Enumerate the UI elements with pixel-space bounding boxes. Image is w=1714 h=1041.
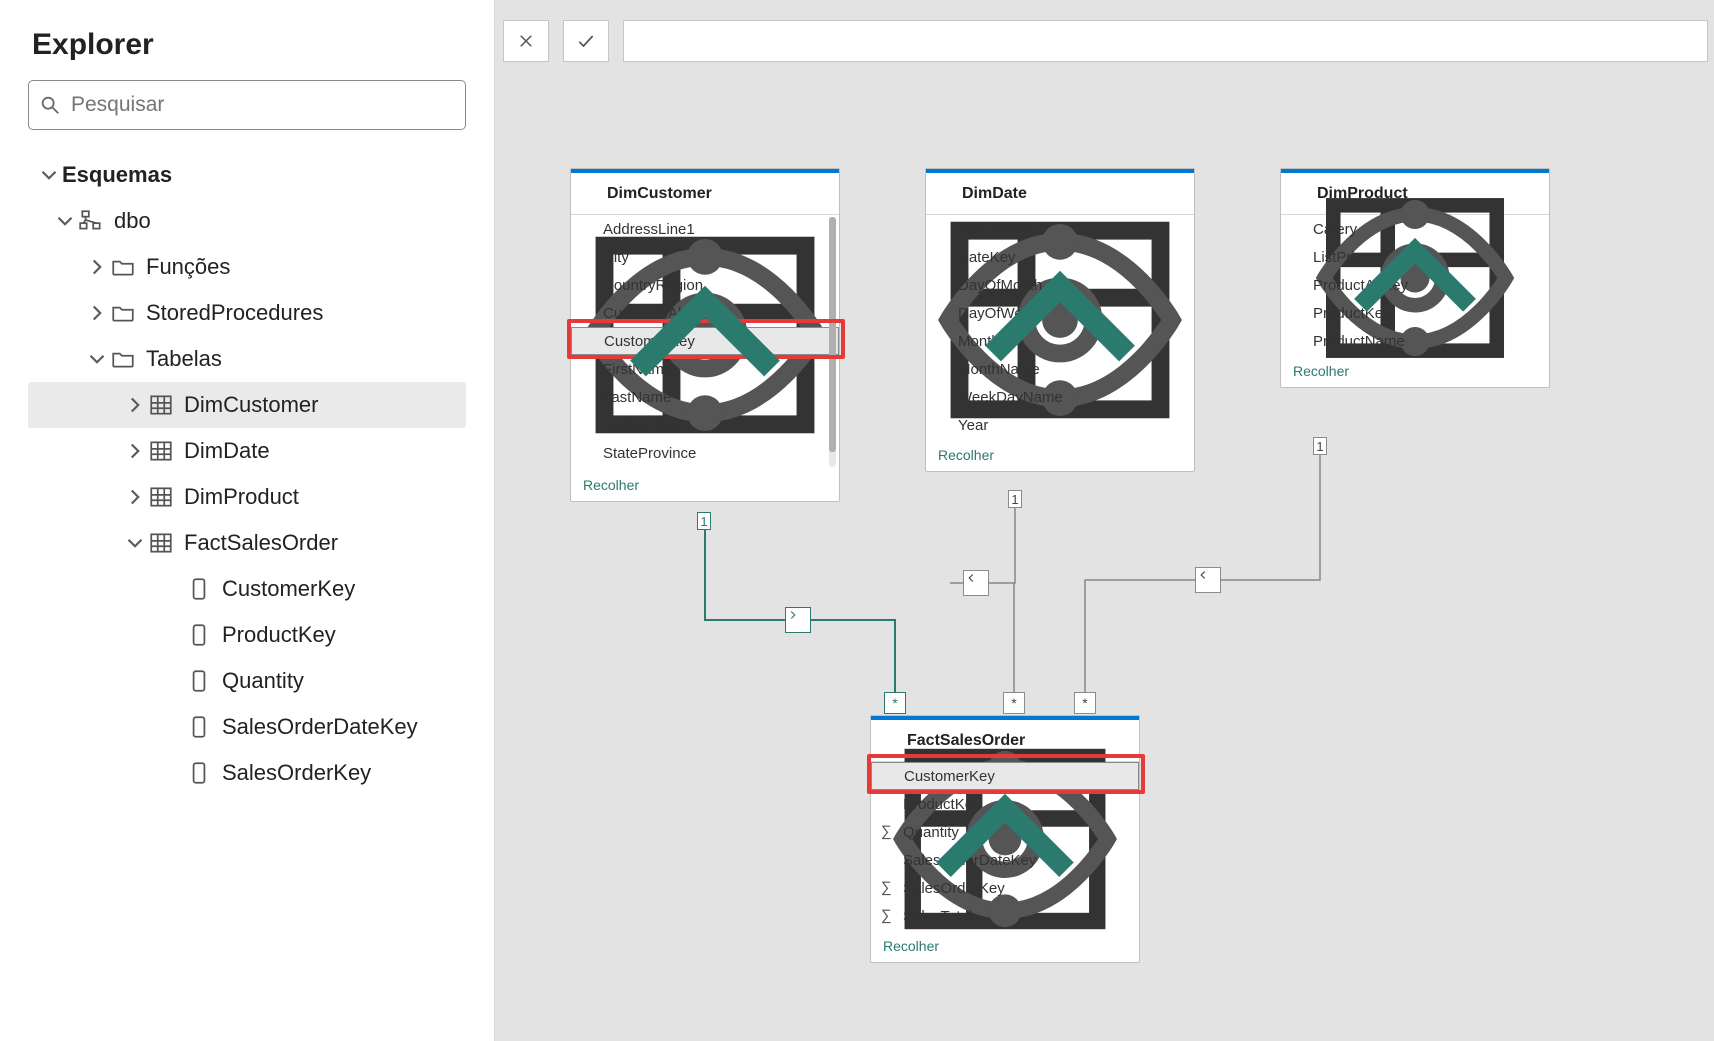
cardinality-many: * bbox=[1074, 692, 1096, 714]
node-tables[interactable]: Tabelas bbox=[28, 336, 466, 382]
cardinality-one: 1 bbox=[1313, 437, 1327, 455]
column-label: CustomerKey bbox=[222, 576, 355, 602]
chevron-right-icon[interactable] bbox=[84, 300, 110, 326]
spacer-icon bbox=[160, 668, 186, 694]
cardinality-one: 1 bbox=[1008, 490, 1022, 508]
explorer-panel: Explorer Esquemas bbox=[0, 0, 495, 1041]
node-column-salesorderdatekey[interactable]: SalesOrderDateKey bbox=[28, 704, 466, 750]
storedprocs-label: StoredProcedures bbox=[146, 300, 323, 326]
tables-label: Tabelas bbox=[146, 346, 222, 372]
table-label: DimDate bbox=[184, 438, 270, 464]
explorer-title: Explorer bbox=[32, 28, 466, 62]
search-input-wrap[interactable] bbox=[28, 80, 466, 130]
card-footer: Recolher bbox=[926, 439, 1194, 471]
node-column-salesorderkey[interactable]: SalesOrderKey bbox=[28, 750, 466, 796]
table-label: DimCustomer bbox=[184, 392, 318, 418]
node-table-dimdate[interactable]: DimDate bbox=[28, 428, 466, 474]
card-dimdate[interactable]: DimDate DateAltKey DateKey DayOfMonth Da… bbox=[925, 168, 1195, 472]
card-footer: Recolher bbox=[571, 469, 839, 501]
direction-filter-icon bbox=[1195, 567, 1221, 593]
search-input[interactable] bbox=[69, 92, 455, 118]
direction-filter-icon bbox=[785, 607, 811, 633]
spacer-icon bbox=[160, 576, 186, 602]
chevron-right-icon[interactable] bbox=[84, 254, 110, 280]
chevron-down-icon[interactable] bbox=[122, 530, 148, 556]
spacer-icon bbox=[160, 622, 186, 648]
chevron-right-icon[interactable] bbox=[122, 438, 148, 464]
chevron-down-icon[interactable] bbox=[84, 346, 110, 372]
functions-label: Funções bbox=[146, 254, 230, 280]
spacer-icon bbox=[160, 760, 186, 786]
chevron-down-icon[interactable] bbox=[36, 162, 62, 188]
table-label: FactSalesOrder bbox=[184, 530, 338, 556]
column-label: SalesOrderKey bbox=[222, 760, 371, 786]
chevron-right-icon[interactable] bbox=[122, 484, 148, 510]
chevron-right-icon[interactable] bbox=[122, 392, 148, 418]
card-footer: Recolher bbox=[1281, 355, 1549, 387]
column-icon bbox=[186, 576, 212, 602]
node-schemas[interactable]: Esquemas bbox=[28, 152, 466, 198]
direction-filter-icon bbox=[963, 570, 989, 596]
node-column-productkey[interactable]: ProductKey bbox=[28, 612, 466, 658]
table-icon bbox=[148, 484, 174, 510]
column-label: Quantity bbox=[222, 668, 304, 694]
node-column-customerkey[interactable]: CustomerKey bbox=[28, 566, 466, 612]
cardinality-many: * bbox=[884, 692, 906, 714]
card-dimcustomer[interactable]: DimCustomer AddressLine1 City CountryReg… bbox=[570, 168, 840, 502]
chevron-up-icon bbox=[943, 940, 955, 952]
card-footer: Recolher bbox=[871, 930, 1139, 962]
folder-icon bbox=[110, 254, 136, 280]
node-table-dimcustomer[interactable]: DimCustomer bbox=[28, 382, 466, 428]
schemas-label: Esquemas bbox=[62, 162, 172, 188]
spacer-icon bbox=[160, 714, 186, 740]
node-schema-dbo[interactable]: dbo bbox=[28, 198, 466, 244]
schema-name: dbo bbox=[114, 208, 151, 234]
collapse-link[interactable]: Recolher bbox=[1293, 363, 1365, 379]
collapse-link[interactable]: Recolher bbox=[583, 477, 655, 493]
collapse-link[interactable]: Recolher bbox=[938, 447, 1010, 463]
explorer-tree: Esquemas dbo bbox=[28, 152, 466, 796]
folder-icon bbox=[110, 300, 136, 326]
table-icon bbox=[148, 392, 174, 418]
node-column-quantity[interactable]: Quantity bbox=[28, 658, 466, 704]
column-icon bbox=[186, 760, 212, 786]
folder-icon bbox=[110, 346, 136, 372]
chevron-up-icon bbox=[643, 479, 655, 491]
cardinality-one: 1 bbox=[697, 512, 711, 530]
column-icon bbox=[186, 668, 212, 694]
collapse-link[interactable]: Recolher bbox=[883, 938, 955, 954]
table-label: DimProduct bbox=[184, 484, 299, 510]
chevron-up-icon bbox=[1353, 365, 1365, 377]
schema-icon bbox=[78, 208, 104, 234]
node-table-dimproduct[interactable]: DimProduct bbox=[28, 474, 466, 520]
column-icon bbox=[186, 622, 212, 648]
node-table-factsalesorder[interactable]: FactSalesOrder bbox=[28, 520, 466, 566]
column-label: SalesOrderDateKey bbox=[222, 714, 418, 740]
column-icon bbox=[186, 714, 212, 740]
column-label: ProductKey bbox=[222, 622, 336, 648]
model-canvas[interactable]: DimCustomer AddressLine1 City CountryReg… bbox=[495, 0, 1714, 1041]
card-factsalesorder[interactable]: FactSalesOrder CustomerKey ProductKey ∑Q… bbox=[870, 715, 1140, 963]
node-functions[interactable]: Funções bbox=[28, 244, 466, 290]
table-icon bbox=[148, 438, 174, 464]
node-storedprocs[interactable]: StoredProcedures bbox=[28, 290, 466, 336]
cardinality-many: * bbox=[1003, 692, 1025, 714]
chevron-up-icon bbox=[998, 449, 1010, 461]
chevron-down-icon[interactable] bbox=[52, 208, 78, 234]
card-dimproduct[interactable]: DimProduct Catery ListPrice ProductAltKe… bbox=[1280, 168, 1550, 388]
search-icon bbox=[39, 94, 61, 116]
table-icon bbox=[148, 530, 174, 556]
